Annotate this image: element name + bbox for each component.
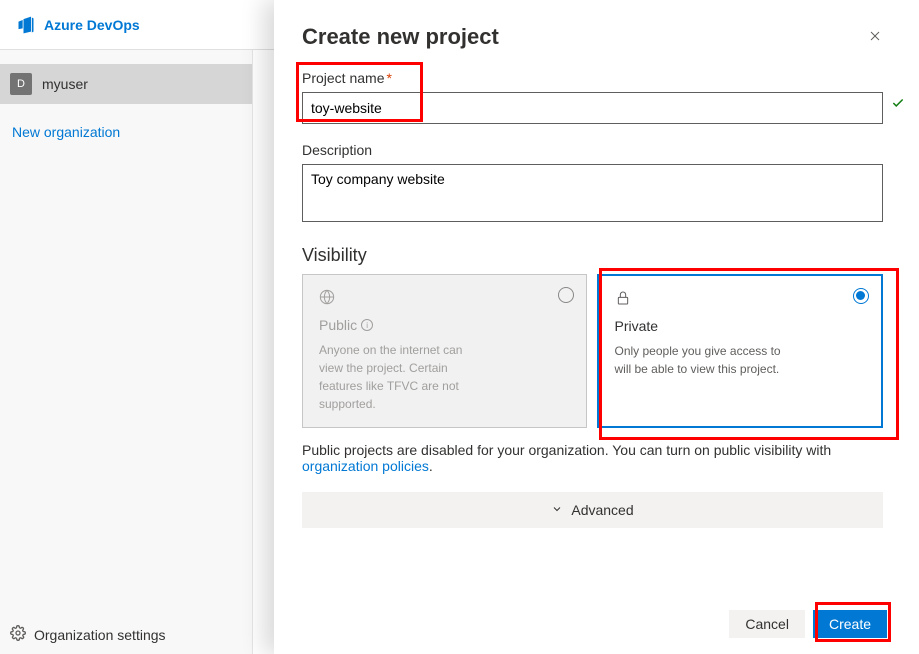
visibility-public-card: Public i Anyone on the internet can view… bbox=[302, 274, 587, 428]
visibility-label: Visibility bbox=[302, 245, 883, 266]
create-button[interactable]: Create bbox=[813, 610, 887, 638]
gear-icon bbox=[10, 625, 26, 644]
panel-title: Create new project bbox=[302, 24, 499, 50]
sidebar-user-row[interactable]: D myuser bbox=[0, 64, 252, 104]
description-field: Description Toy company website bbox=[302, 142, 883, 227]
cancel-button[interactable]: Cancel bbox=[729, 610, 805, 638]
project-name-field: Project name* bbox=[302, 70, 883, 124]
advanced-toggle[interactable]: Advanced bbox=[302, 492, 883, 528]
lock-icon bbox=[615, 290, 866, 310]
info-icon: i bbox=[361, 319, 373, 331]
project-name-input[interactable] bbox=[302, 92, 883, 124]
private-title: Private bbox=[615, 318, 866, 334]
radio-checked-icon bbox=[853, 288, 869, 304]
sidebar: D myuser New organization Organization s… bbox=[0, 50, 253, 654]
org-settings-label: Organization settings bbox=[34, 627, 166, 643]
globe-icon bbox=[319, 289, 570, 309]
brand-text[interactable]: Azure DevOps bbox=[44, 17, 140, 33]
radio-unchecked-icon bbox=[558, 287, 574, 303]
organization-policies-link[interactable]: organization policies bbox=[302, 458, 429, 474]
project-name-label: Project name* bbox=[302, 70, 883, 86]
public-desc: Anyone on the internet can view the proj… bbox=[319, 341, 489, 413]
private-desc: Only people you give access to will be a… bbox=[615, 342, 785, 378]
public-disabled-notice: Public projects are disabled for your or… bbox=[302, 442, 883, 474]
description-input[interactable]: Toy company website bbox=[302, 164, 883, 222]
create-project-panel: Create new project Project name* Descrip… bbox=[274, 0, 919, 654]
close-icon[interactable] bbox=[867, 24, 883, 49]
user-name: myuser bbox=[42, 76, 88, 92]
advanced-label: Advanced bbox=[571, 502, 633, 518]
description-label: Description bbox=[302, 142, 883, 158]
avatar: D bbox=[10, 73, 32, 95]
chevron-down-icon bbox=[551, 502, 563, 518]
organization-settings-link[interactable]: Organization settings bbox=[10, 625, 166, 644]
validation-check-icon bbox=[891, 96, 905, 113]
public-title: Public i bbox=[319, 317, 570, 333]
new-organization-link[interactable]: New organization bbox=[0, 104, 252, 160]
visibility-options: Public i Anyone on the internet can view… bbox=[302, 274, 883, 428]
visibility-private-card[interactable]: Private Only people you give access to w… bbox=[597, 274, 884, 428]
azure-devops-icon bbox=[16, 15, 36, 35]
panel-footer: Cancel Create bbox=[729, 610, 887, 638]
